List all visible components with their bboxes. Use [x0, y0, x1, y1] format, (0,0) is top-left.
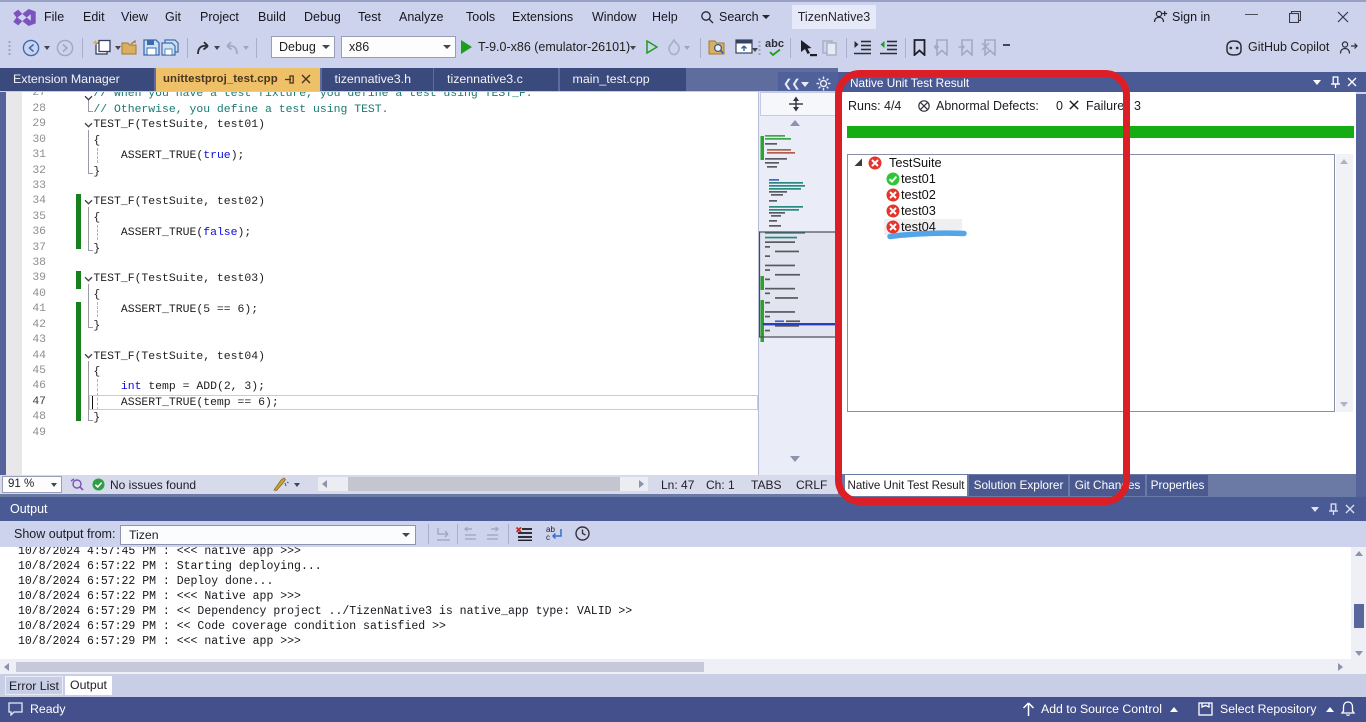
svg-text:c: c: [546, 533, 550, 542]
